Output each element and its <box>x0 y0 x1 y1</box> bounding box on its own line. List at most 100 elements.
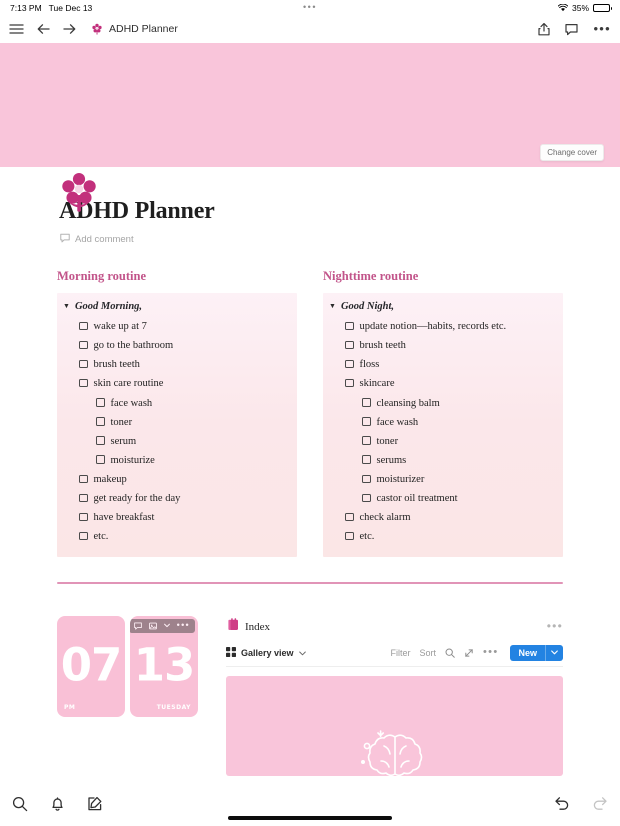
checkbox[interactable] <box>96 398 105 407</box>
checkbox[interactable] <box>96 436 105 445</box>
change-cover-button[interactable]: Change cover <box>540 144 604 161</box>
todo-item[interactable]: floss <box>345 355 555 374</box>
todo-item[interactable]: have breakfast <box>79 508 289 527</box>
checkbox[interactable] <box>96 417 105 426</box>
gallery-card[interactable] <box>226 675 563 776</box>
todo-item[interactable]: serum <box>96 432 289 451</box>
checkbox[interactable] <box>362 493 371 503</box>
more-options-icon[interactable]: ••• <box>593 22 611 35</box>
comment-icon[interactable] <box>131 621 145 631</box>
checkbox[interactable] <box>79 512 88 522</box>
todo-label: go to the bathroom <box>93 340 174 352</box>
page-title[interactable]: ADHD Planner <box>59 198 620 225</box>
checkbox[interactable] <box>362 417 371 426</box>
checkbox[interactable] <box>79 493 88 503</box>
todo-label: floss <box>359 359 380 371</box>
todo-item[interactable]: skincare <box>345 374 555 393</box>
toggle-header[interactable]: ▼ Good Morning, <box>61 299 289 317</box>
add-comment-label: Add comment <box>75 234 134 245</box>
more-options-icon[interactable]: ••• <box>174 620 193 630</box>
database-block: Index ••• Gallery view Filter Sort ••• N… <box>226 616 563 776</box>
toggle-header[interactable]: ▼ Good Night, <box>327 299 555 317</box>
page-flower-icon[interactable] <box>60 170 98 214</box>
database-title[interactable]: Index <box>245 621 270 633</box>
new-button[interactable]: New <box>510 644 563 661</box>
tab-gallery-view[interactable]: Gallery view <box>226 646 306 659</box>
page-cover[interactable]: Change cover <box>0 43 620 167</box>
expand-icon[interactable] <box>464 648 474 658</box>
clock-card[interactable]: 13 TUESDAY ••• <box>130 615 198 717</box>
todo-item[interactable]: wake up at 7 <box>79 317 289 336</box>
todo-item[interactable]: check alarm <box>345 508 555 527</box>
todo-item[interactable]: cleansing balm <box>362 394 555 413</box>
gallery-view-label: Gallery view <box>241 647 294 658</box>
checkbox[interactable] <box>362 474 371 483</box>
todo-item[interactable]: etc. <box>345 527 555 546</box>
todo-item[interactable]: brush teeth <box>345 336 555 355</box>
new-button-label: New <box>518 647 537 658</box>
todo-item[interactable]: castor oil treatment <box>362 489 555 508</box>
todo-item[interactable]: update notion—habits, records etc. <box>345 317 555 336</box>
todo-item[interactable]: go to the bathroom <box>79 336 289 355</box>
image-options-icon[interactable] <box>146 621 160 631</box>
routine-column: Morning routine ▼ Good Morning, wake up at … <box>57 269 297 557</box>
search-icon[interactable] <box>12 796 28 812</box>
checkbox[interactable] <box>362 398 371 407</box>
todo-item[interactable]: face wash <box>362 413 555 432</box>
filter-button[interactable]: Filter <box>391 648 411 658</box>
todo-item[interactable]: toner <box>96 413 289 432</box>
todo-item[interactable]: toner <box>362 432 555 451</box>
todo-item[interactable]: moisturizer <box>362 470 555 489</box>
checkbox[interactable] <box>345 359 354 369</box>
status-bar: 7:13 PM Tue Dec 13 ••• 35% <box>0 0 620 15</box>
share-icon[interactable] <box>538 22 551 36</box>
checkbox[interactable] <box>362 455 371 464</box>
checkbox[interactable] <box>79 474 88 483</box>
checkbox[interactable] <box>362 436 371 445</box>
todo-item[interactable]: etc. <box>79 527 289 546</box>
todo-item[interactable]: moisturize <box>96 451 289 470</box>
checkbox[interactable] <box>345 378 354 388</box>
forward-arrow-icon[interactable] <box>63 23 76 35</box>
add-comment-button[interactable]: Add comment <box>60 233 620 246</box>
database-toolbar-more-icon[interactable]: ••• <box>483 647 498 657</box>
toggle-triangle-icon[interactable]: ▼ <box>63 303 70 310</box>
todo-label: get ready for the day <box>93 493 181 505</box>
todo-item[interactable]: face wash <box>96 394 289 413</box>
sort-button[interactable]: Sort <box>420 648 437 658</box>
database-tools: Filter Sort ••• New <box>391 644 563 661</box>
new-button-chevron-down-icon[interactable] <box>545 644 563 661</box>
checkbox[interactable] <box>345 531 354 541</box>
redo-icon[interactable] <box>592 796 608 811</box>
checkbox[interactable] <box>79 321 88 330</box>
checkbox[interactable] <box>96 455 105 464</box>
checkbox[interactable] <box>345 512 354 522</box>
bell-icon[interactable] <box>50 796 65 812</box>
todo-label: toner <box>110 416 133 428</box>
clock-card[interactable]: 07 PM <box>57 615 125 717</box>
todo-item[interactable]: skin care routine <box>79 374 289 393</box>
compose-icon[interactable] <box>87 796 103 812</box>
undo-icon[interactable] <box>554 796 570 811</box>
comment-icon[interactable] <box>565 23 579 36</box>
database-more-icon[interactable]: ••• <box>547 620 563 632</box>
search-icon[interactable] <box>445 647 455 658</box>
toggle-triangle-icon[interactable]: ▼ <box>329 303 336 310</box>
todo-item[interactable]: serums <box>362 451 555 470</box>
checkbox[interactable] <box>79 378 88 388</box>
checkbox[interactable] <box>79 359 88 369</box>
todo-item[interactable]: makeup <box>79 470 289 489</box>
status-bar-date: Tue Dec 13 <box>48 2 93 13</box>
checkbox[interactable] <box>345 321 354 330</box>
chevron-down-icon[interactable] <box>161 622 173 629</box>
todo-item[interactable]: brush teeth <box>79 355 289 374</box>
checkbox[interactable] <box>79 531 88 541</box>
todo-item[interactable]: get ready for the day <box>79 489 289 508</box>
breadcrumb[interactable]: ADHD Planner <box>91 23 178 35</box>
todo-label: wake up at 7 <box>93 321 147 332</box>
checkbox[interactable] <box>345 340 354 350</box>
section-divider <box>57 581 563 584</box>
checkbox[interactable] <box>79 340 88 350</box>
back-arrow-icon[interactable] <box>37 23 50 35</box>
hamburger-menu-icon[interactable] <box>9 23 24 35</box>
